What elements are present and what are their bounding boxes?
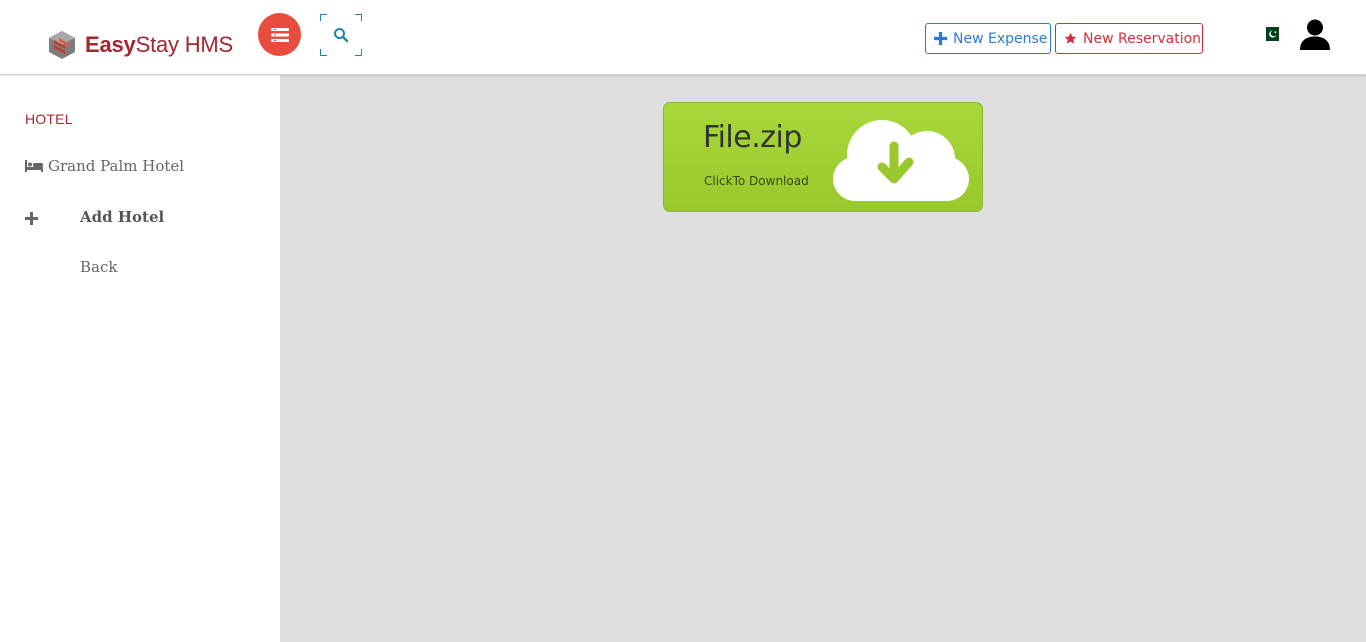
pakistan-flag-icon[interactable] xyxy=(1262,27,1279,41)
sidebar-heading-hotel: HOTEL xyxy=(25,111,73,127)
new-reservation-button[interactable]: New Reservation xyxy=(1055,23,1203,54)
focus-corner xyxy=(320,49,327,56)
sidebar-item-grand-palm-hotel[interactable]: Grand Palm Hotel xyxy=(25,157,184,175)
focus-corner xyxy=(355,14,362,21)
sidebar: HOTEL Grand Palm Hotel Add Hotel Back xyxy=(0,75,280,642)
sidebar-item-label: Add Hotel xyxy=(80,208,165,226)
search-button[interactable] xyxy=(320,14,362,56)
brand[interactable]: EasyStay HMS xyxy=(48,28,233,62)
plus-icon[interactable] xyxy=(24,211,39,226)
new-expense-label: New Expense xyxy=(953,30,1048,47)
bed-icon xyxy=(25,160,43,172)
main-content: File.zip ClickTo Download xyxy=(280,75,1366,642)
new-reservation-label: New Reservation xyxy=(1083,30,1202,47)
sidebar-item-label: Grand Palm Hotel xyxy=(48,157,185,175)
search-icon xyxy=(334,28,349,43)
sidebar-item-back[interactable]: Back xyxy=(80,258,117,276)
new-expense-button[interactable]: New Expense xyxy=(925,23,1051,54)
cloud-download-icon xyxy=(833,120,969,201)
top-navbar: EasyStay HMS New Expense New Reservation xyxy=(0,0,1366,75)
focus-corner xyxy=(355,49,362,56)
brand-name: EasyStay HMS xyxy=(85,32,234,57)
plus-icon xyxy=(934,32,947,45)
menu-toggle-button[interactable] xyxy=(258,13,301,56)
user-avatar-icon[interactable] xyxy=(1298,17,1332,51)
star-icon xyxy=(1064,32,1077,44)
download-filename: File.zip xyxy=(703,120,802,155)
focus-corner xyxy=(320,14,327,21)
brand-logo-icon xyxy=(49,31,75,59)
download-file-button[interactable]: File.zip ClickTo Download xyxy=(663,102,983,212)
download-subtitle: ClickTo Download xyxy=(704,174,809,188)
sidebar-item-add-hotel[interactable]: Add Hotel xyxy=(80,208,164,226)
sidebar-item-label: Back xyxy=(80,258,118,276)
menu-list-icon xyxy=(270,27,289,42)
